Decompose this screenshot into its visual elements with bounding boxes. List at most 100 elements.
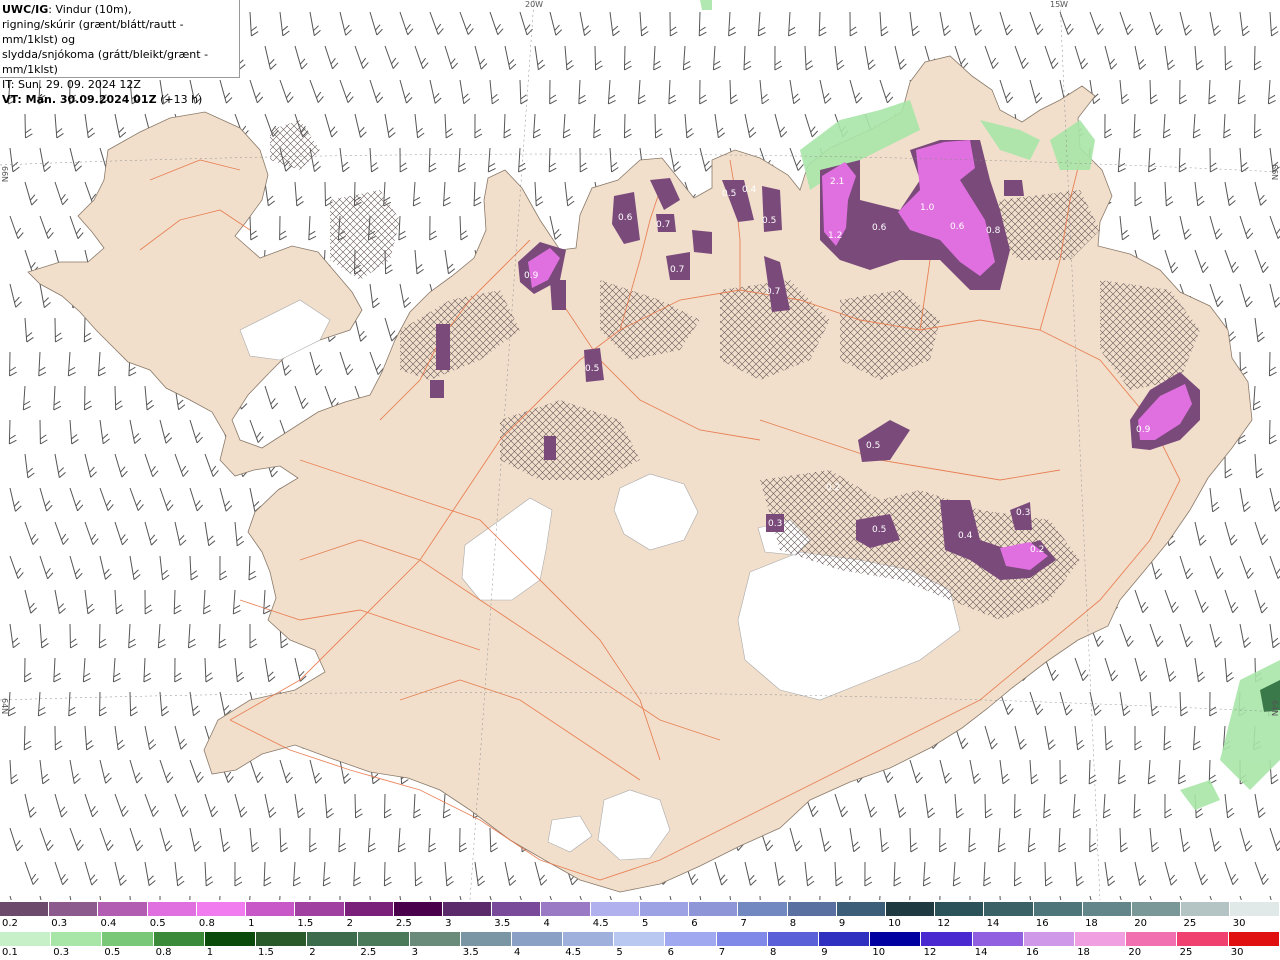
snow-legend-swatch xyxy=(738,902,788,916)
lat-label-64n-left: 64N xyxy=(0,698,9,715)
rain-legend-label: 14 xyxy=(974,947,988,958)
precip-label: 0.7 xyxy=(656,220,670,230)
rain-legend-labels: 0.1 0.3 0.5 0.8 1 1.5 2 2.5 3 3.5 4 4.5 5 6 7 8 9 10 12 14 1… xyxy=(0,947,1280,959)
rain-legend-label: 7 xyxy=(718,947,726,958)
rain-legend-label: 9 xyxy=(821,947,828,958)
snow-legend-label: 16 xyxy=(1035,918,1049,929)
snow-legend-label: 2 xyxy=(346,918,353,929)
lat-label-64n-right: 64N xyxy=(1270,700,1279,717)
rain-legend-swatch xyxy=(1023,932,1075,946)
precip-label: 0.3 xyxy=(768,519,782,529)
rain-legend-swatch xyxy=(1074,932,1127,946)
snow-legend-label: 3 xyxy=(445,918,452,929)
snow-legend-swatch xyxy=(984,902,1034,916)
precip-label: 0.6 xyxy=(950,222,965,232)
snow-legend-label: 1 xyxy=(248,918,255,929)
rain-legend-label: 6 xyxy=(667,947,674,958)
rain-legend-label: 4 xyxy=(514,947,521,958)
rain-legend-swatch xyxy=(614,932,666,946)
snow-legend-label: 25 xyxy=(1183,918,1197,929)
rain-legend-label: 2 xyxy=(309,947,316,958)
rain-legend-swatch xyxy=(921,932,973,946)
rain-legend-label: 0.8 xyxy=(155,947,172,958)
rain-legend-swatch xyxy=(870,932,922,946)
rain-legend-label: 1 xyxy=(206,947,214,958)
rain-legend-swatch xyxy=(511,932,564,946)
rain-legend-swatch xyxy=(204,932,256,946)
snow-legend-swatch xyxy=(1082,902,1133,916)
precip-label: 1.2 xyxy=(828,231,842,241)
snow-legend-swatch xyxy=(295,902,345,916)
rain-legend-label: 3 xyxy=(411,947,418,958)
snow-legend-swatch xyxy=(935,902,985,916)
rain-legend-label: 5 xyxy=(616,947,623,958)
snow-legend-swatch xyxy=(836,902,886,916)
snow-legend-swatch xyxy=(492,902,542,916)
snow-legend-swatch xyxy=(1181,902,1231,916)
snow-legend-swatch xyxy=(98,902,148,916)
precip-label: 0.2 xyxy=(826,483,840,493)
precip-label: 0.3 xyxy=(1016,508,1030,518)
rain-legend-swatch xyxy=(563,932,615,946)
rain-legend-swatch xyxy=(716,932,768,946)
rain-legend-swatch xyxy=(0,932,52,946)
rain-legend-label: 25 xyxy=(1179,947,1193,958)
title-line3: slydda/snjókoma (grátt/bleikt/grænt - mm… xyxy=(2,48,209,76)
title-line2: rigning/skúrir (grænt/blátt/rautt - mm/1… xyxy=(2,18,184,46)
rain-legend-swatch xyxy=(1126,932,1178,946)
snow-legend-swatch xyxy=(147,902,197,916)
snow-legend-label: 0.5 xyxy=(149,918,166,929)
precip-label: 0.2 xyxy=(1030,545,1044,555)
precip-label: 0.6 xyxy=(618,213,633,223)
rain-legend-swatch xyxy=(255,932,308,946)
precip-label: 0.5 xyxy=(762,216,776,226)
snow-legend-label: 4.5 xyxy=(592,918,609,929)
precipitation-wind-map: 2.1 1.2 0.6 1.0 0.6 0.8 0.9 0.5 0.5 0.4 … xyxy=(0,0,1280,900)
title-line1: : Vindur (10m), xyxy=(48,3,132,16)
precip-label: 0.8 xyxy=(986,226,1001,236)
rain-legend-swatch xyxy=(409,932,461,946)
snow-legend-label: 1.5 xyxy=(297,918,314,929)
precip-label: 0.4 xyxy=(958,531,973,541)
rain-legend-label: 12 xyxy=(923,947,937,958)
snow-legend-swatch xyxy=(49,902,99,916)
snow-legend-label: 6 xyxy=(691,918,698,929)
rain-legend-swatch xyxy=(1177,932,1229,946)
snow-legend-label: 0.4 xyxy=(100,918,117,929)
rain-legend-label: 0.1 xyxy=(2,947,18,958)
snow-legend-swatch xyxy=(442,902,493,916)
precip-label: 2.1 xyxy=(830,177,844,187)
snow-legend-swatch xyxy=(1230,902,1280,916)
rain-legend-label: 1.5 xyxy=(258,947,274,958)
rain-legend-swatch xyxy=(972,932,1024,946)
snow-legend-label: 0.2 xyxy=(2,918,18,929)
rain-legend-label: 10 xyxy=(872,947,886,958)
rain-legend-label: 16 xyxy=(1026,947,1039,958)
initial-time: IT: Sun. 29. 09. 2024 12Z xyxy=(2,78,141,91)
precip-label: 0.7 xyxy=(766,287,780,297)
snow-legend-swatch xyxy=(1132,902,1182,916)
snow-legend-label: 12 xyxy=(937,918,951,929)
precip-label: 0.6 xyxy=(872,223,887,233)
snow-legend-label: 3.5 xyxy=(494,918,511,929)
rain-legend-label: 2.5 xyxy=(360,947,377,958)
snow-legend-label: 9 xyxy=(838,918,846,929)
precip-label: 0.5 xyxy=(722,189,736,199)
snow-legend-swatch xyxy=(246,902,296,916)
snow-legend-swatch xyxy=(689,902,739,916)
snow-legend-swatch xyxy=(787,902,837,916)
lat-label-66n-right: 66N xyxy=(1270,164,1279,181)
rain-legend-colorbar xyxy=(0,932,1280,946)
snow-legend-label: 0.3 xyxy=(51,918,68,929)
snow-legend-label: 0.8 xyxy=(198,918,215,929)
snow-legend-label: 8 xyxy=(789,918,797,929)
valid-time-offset: (+13 h) xyxy=(160,93,203,106)
snow-legend-swatch xyxy=(541,902,591,916)
lon-label-20w: 20W xyxy=(525,0,544,9)
rain-legend-label: 4.5 xyxy=(565,947,582,958)
snow-legend-labels: 0.2 0.3 0.4 0.5 0.8 1 1.5 2 2.5 3 3.5 4 4.5 5 6 7 8 9 10 12… xyxy=(0,918,1280,930)
precip-label: 0.9 xyxy=(1136,425,1151,435)
snow-legend-label: 20 xyxy=(1134,918,1148,929)
snow-legend-swatch xyxy=(393,902,443,916)
snow-legend-label: 2.5 xyxy=(395,918,412,929)
